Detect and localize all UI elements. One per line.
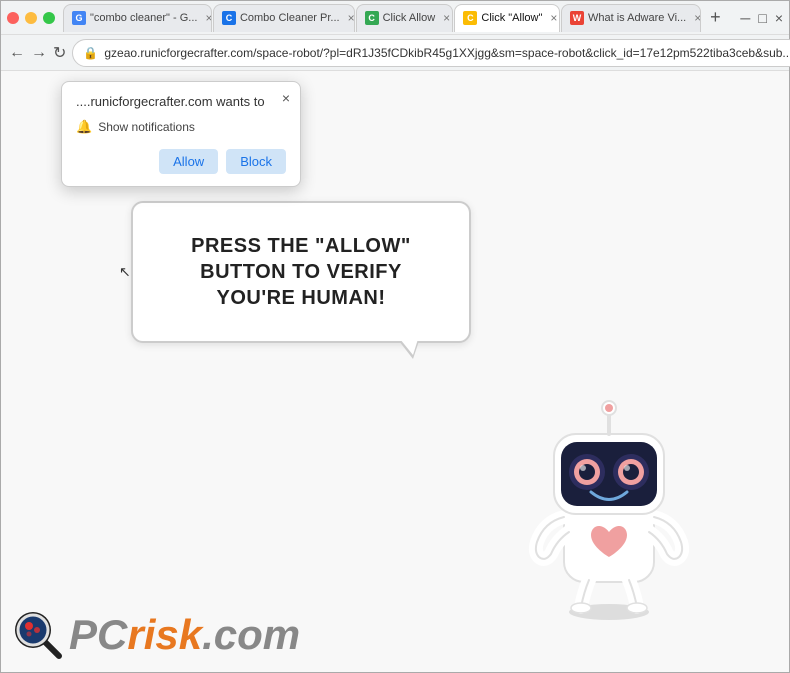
forward-button[interactable]: → [31,39,47,67]
popup-buttons: Allow Block [76,149,286,174]
pcrisk-text: PCrisk.com [69,614,300,656]
tab-click-allow2-label: Click "Allow" [481,12,542,24]
tab-click-allow[interactable]: C Click Allow × [356,4,454,32]
speech-bubble: ↖ PRESS THE "ALLOW" BUTTON TO VERIFY YOU… [131,201,471,343]
tab-click-allow2[interactable]: C Click "Allow" × [454,4,560,32]
tab-combo-favicon: C [222,11,236,25]
url-text: gzeao.runicforgecrafter.com/space-robot/… [104,46,790,60]
new-tab-button[interactable]: + [702,4,728,32]
browser-window: G "combo cleaner" - G... × C Combo Clean… [0,0,790,673]
address-bar[interactable]: 🔒 gzeao.runicforgecrafter.com/space-robo… [72,39,790,67]
title-bar: G "combo cleaner" - G... × C Combo Clean… [1,1,789,35]
minimize-button[interactable] [25,12,37,24]
tab-what-adware-close[interactable]: × [694,11,701,25]
tab-google-label: "combo cleaner" - G... [90,12,197,24]
tab-google-close[interactable]: × [205,11,211,25]
tab-click-allow-close[interactable]: × [443,11,450,25]
popup-close-button[interactable]: × [282,90,290,106]
maximize-button[interactable] [43,12,55,24]
tab-click-allow2-close[interactable]: × [550,11,557,25]
back-button[interactable]: ← [9,39,25,67]
tabs-row: G "combo cleaner" - G... × C Combo Clean… [63,4,728,32]
allow-button[interactable]: Allow [159,149,218,174]
popup-title: ....runicforgecrafter.com wants to [76,94,286,109]
page-content: × ....runicforgecrafter.com wants to 🔔 S… [1,71,789,672]
tab-combo[interactable]: C Combo Cleaner Pr... × [213,4,355,32]
robot-illustration [509,392,709,612]
tab-click-allow-label: Click Allow [383,12,436,24]
window-close-icon[interactable]: × [775,10,783,26]
pcrisk-logo: PCrisk.com [11,608,300,662]
tab-what-adware-label: What is Adware Vi... [588,12,686,24]
pcrisk-risk-text: risk [127,611,202,658]
window-minimize-icon[interactable]: ─ [740,10,750,26]
lock-icon: 🔒 [83,46,98,60]
tab-click-allow2-favicon: C [463,11,477,25]
tab-google-favicon: G [72,11,86,25]
refresh-button[interactable]: ↻ [53,39,66,67]
pcrisk-icon [11,608,65,662]
popup-notification-row: 🔔 Show notifications [76,119,286,135]
tab-click-allow-favicon: C [365,11,379,25]
pcrisk-dotcom-text: .com [202,611,300,658]
notification-popup: × ....runicforgecrafter.com wants to 🔔 S… [61,81,301,187]
pcrisk-pc-text: PC [69,611,127,658]
window-controls [7,12,55,24]
tab-combo-close[interactable]: × [348,11,355,25]
cursor-icon: ↖ [119,264,131,281]
nav-bar: ← → ↻ 🔒 gzeao.runicforgecrafter.com/spac… [1,35,789,71]
tab-what-adware[interactable]: W What is Adware Vi... × [561,4,701,32]
bell-icon: 🔔 [76,119,92,135]
bubble-text: PRESS THE "ALLOW" BUTTON TO VERIFY YOU'R… [173,233,429,311]
window-frame-buttons: ─ □ × [740,10,783,26]
popup-notification-text: Show notifications [98,120,195,134]
block-button[interactable]: Block [226,149,286,174]
tab-what-adware-favicon: W [570,11,584,25]
window-restore-icon[interactable]: □ [758,10,766,26]
close-button[interactable] [7,12,19,24]
tab-google[interactable]: G "combo cleaner" - G... × [63,4,212,32]
tab-combo-label: Combo Cleaner Pr... [240,12,340,24]
